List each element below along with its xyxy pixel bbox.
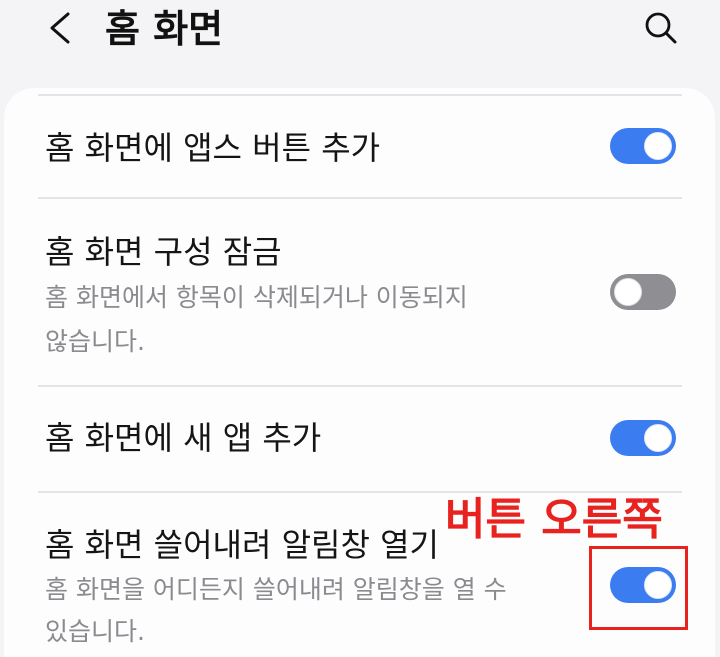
annotation-highlight-box (589, 546, 688, 630)
setting-row-add-new-apps[interactable]: 홈 화면에 새 앱 추가 (0, 387, 720, 491)
annotation-label: 버튼 오른쪽 (445, 494, 663, 545)
setting-title: 홈 화면에 앱스 버튼 추가 (45, 129, 381, 167)
toggle-knob (644, 424, 672, 452)
setting-title: 홈 화면 쓸어내려 알림창 열기 (45, 526, 439, 564)
setting-title: 홈 화면 구성 잠금 (45, 233, 282, 271)
toggle-knob (614, 278, 642, 306)
toggle-switch[interactable] (610, 274, 676, 310)
back-button[interactable] (40, 6, 84, 50)
chevron-left-icon (50, 12, 70, 44)
setting-description: 않습니다. (45, 327, 145, 356)
toggle-switch[interactable] (610, 420, 676, 456)
search-button[interactable] (638, 6, 682, 50)
toggle-switch[interactable] (610, 128, 676, 164)
setting-row-lock-layout[interactable]: 홈 화면 구성 잠금 홈 화면에서 항목이 삭제되거나 이동되지 않습니다. (0, 199, 720, 385)
setting-description: 홈 화면에서 항목이 삭제되거나 이동되지 (45, 283, 468, 312)
page-title: 홈 화면 (105, 7, 224, 51)
setting-description: 있습니다. (45, 617, 145, 646)
setting-title: 홈 화면에 새 앱 추가 (45, 419, 322, 457)
search-icon (645, 12, 677, 44)
setting-row-apps-button[interactable]: 홈 화면에 앱스 버튼 추가 (0, 96, 720, 197)
setting-description: 홈 화면을 어디든지 쓸어내려 알림창을 열 수 (45, 575, 507, 604)
toggle-knob (644, 132, 672, 160)
